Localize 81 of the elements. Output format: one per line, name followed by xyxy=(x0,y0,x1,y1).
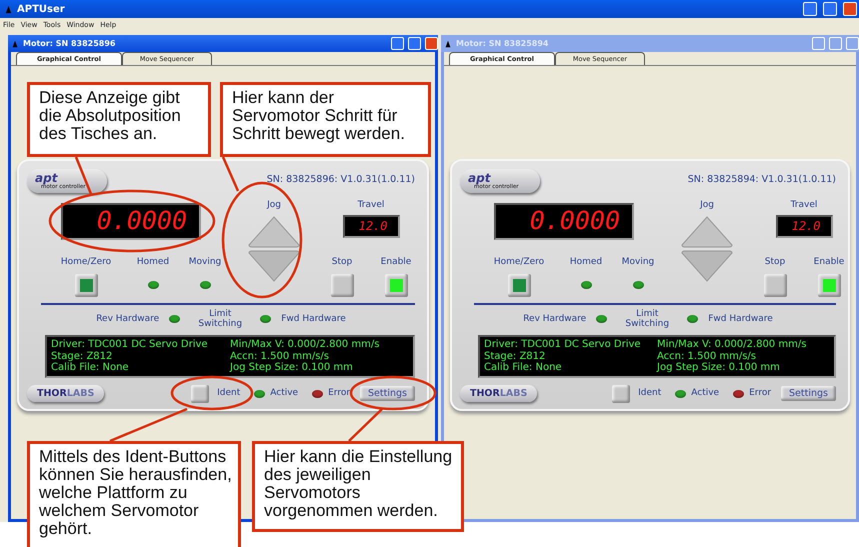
limit-label: Rev Hardware xyxy=(523,312,586,326)
info-line: Stage: Z812 xyxy=(51,350,114,362)
status-label: Ident xyxy=(217,386,240,400)
app-title: APTUser xyxy=(17,4,65,14)
info-line: Jog Step Size: 0.100 mm xyxy=(230,362,354,374)
thorlabs-logo: THORLABS xyxy=(27,385,104,402)
status-label: Error xyxy=(749,386,772,400)
info-line: Min/Max V: 0.000/2.800 mm/s xyxy=(230,339,380,351)
maximize-button[interactable] xyxy=(408,37,421,50)
square-button[interactable] xyxy=(818,274,840,296)
info-line: Accn: 1.500 mm/s/s xyxy=(230,350,330,362)
jog-label: Jog xyxy=(267,199,281,212)
callout-box: Diese Anzeige gibt die Absolutposition des Tisches an. xyxy=(27,82,211,157)
thorlabs-logo: THORLABS xyxy=(460,385,538,402)
limit-switching-label: Limit Switching xyxy=(197,308,244,330)
square-button[interactable] xyxy=(508,274,530,296)
square-button[interactable] xyxy=(384,274,408,296)
info-line: Accn: 1.500 mm/s/s xyxy=(657,350,757,362)
square-button[interactable] xyxy=(330,274,354,296)
serial-number: SN: 83825896: V1.0.31(1.0.11) xyxy=(266,173,415,187)
minimize-button[interactable] xyxy=(803,2,817,16)
travel-display: 12.0 xyxy=(342,214,400,238)
jog-up-button[interactable] xyxy=(680,214,734,248)
window-icon xyxy=(444,40,452,48)
position-display: 0.0000 xyxy=(61,203,201,240)
square-button[interactable] xyxy=(74,274,98,296)
window-title: Motor: SN 83825896 xyxy=(23,39,116,48)
serial-number: SN: 83825894: V1.0.31(1.0.11) xyxy=(688,173,836,187)
info-line: Calib File: None xyxy=(484,362,563,374)
jog-label: Jog xyxy=(700,199,714,212)
close-button[interactable] xyxy=(425,37,438,50)
info-line: Calib File: None xyxy=(51,362,130,374)
control-label: Stop xyxy=(332,256,352,269)
ident-button[interactable] xyxy=(191,384,210,403)
maximize-button[interactable] xyxy=(829,37,842,50)
close-button[interactable] xyxy=(846,37,859,50)
status-label: Ident xyxy=(638,386,662,400)
control-label: Home/Zero xyxy=(60,256,112,269)
settings-button[interactable]: Settings xyxy=(781,386,836,402)
control-label: Enable xyxy=(814,256,844,269)
limit-label: Fwd Hardware xyxy=(708,312,773,326)
callout-box: Mittels des Ident-Buttons können Sie herausfinden, welche Plattform zu welchem Servomotor gehört. xyxy=(27,441,241,547)
status-label: Active xyxy=(270,386,298,400)
restore-button[interactable] xyxy=(823,2,837,16)
status-label: Active xyxy=(691,386,720,400)
minimize-button[interactable] xyxy=(812,37,825,50)
info-line: Driver: TDC001 DC Servo Drive xyxy=(51,339,209,351)
position-display: 0.0000 xyxy=(494,203,634,240)
limit-label: Fwd Hardware xyxy=(281,312,346,326)
travel-display: 12.0 xyxy=(776,214,832,238)
control-label: Moving xyxy=(188,256,222,269)
callout-box: Hier kann die Einstellung des jeweiligen Servomotors vorgenommen werden. xyxy=(252,441,464,532)
jog-down-button[interactable] xyxy=(247,250,301,282)
control-label: Homed xyxy=(136,256,170,269)
app-icon xyxy=(4,4,13,14)
ident-button[interactable] xyxy=(612,384,630,403)
info-line: Min/Max V: 0.000/2.800 mm/s xyxy=(657,339,808,351)
control-label: Homed xyxy=(570,256,602,269)
square-button[interactable] xyxy=(764,274,786,296)
jog-up-button[interactable] xyxy=(247,214,301,248)
window-icon xyxy=(11,40,19,48)
control-label: Home/Zero xyxy=(494,256,544,269)
status-label: Error xyxy=(328,386,350,400)
info-line: Jog Step Size: 0.100 mm xyxy=(657,362,781,374)
limit-label: Rev Hardware xyxy=(96,312,160,326)
leader-line xyxy=(348,408,383,442)
leader-line xyxy=(222,156,240,192)
travel-label: Travel xyxy=(790,199,818,212)
minimize-button[interactable] xyxy=(391,37,404,50)
close-button[interactable] xyxy=(843,2,857,16)
callout-box: Hier kann der Servomotor Schritt für Schritt bewegt werden. xyxy=(220,82,431,157)
settings-button[interactable]: Settings xyxy=(360,386,415,402)
jog-down-button[interactable] xyxy=(680,250,734,282)
info-line: Driver: TDC001 DC Servo Drive xyxy=(484,339,642,351)
limit-switching-label: Limit Switching xyxy=(624,308,670,330)
control-label: Stop xyxy=(764,256,786,269)
window-title: Motor: SN 83825894 xyxy=(456,39,548,48)
info-line: Stage: Z812 xyxy=(484,350,546,362)
control-label: Enable xyxy=(380,256,412,269)
travel-label: Travel xyxy=(358,199,384,212)
control-label: Moving xyxy=(622,256,654,269)
